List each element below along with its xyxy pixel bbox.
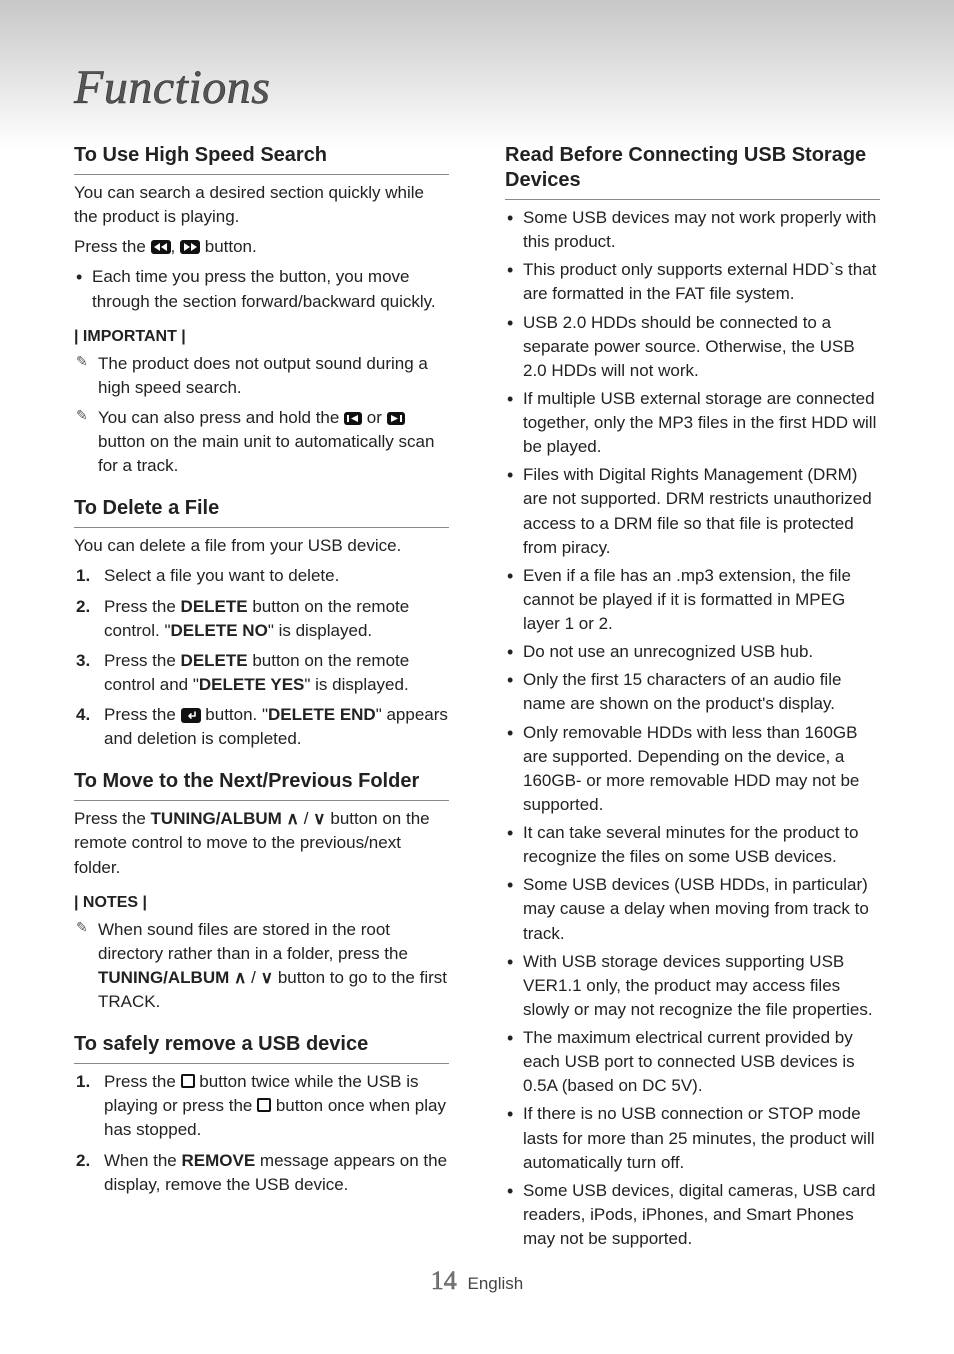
paragraph: You can search a desired section quickly… bbox=[74, 181, 449, 229]
rewind-icon bbox=[151, 240, 171, 254]
text: button on the main unit to automatically… bbox=[98, 432, 434, 475]
list-item: Press the button. "DELETE END" appears a… bbox=[74, 703, 449, 751]
list-item: Press the DELETE button on the remote co… bbox=[74, 595, 449, 643]
paragraph: You can delete a file from your USB devi… bbox=[74, 534, 449, 558]
list-item: When sound files are stored in the root … bbox=[74, 918, 449, 1015]
text: button. " bbox=[205, 705, 268, 724]
text: Press the bbox=[104, 597, 181, 616]
text-bold: DELETE bbox=[181, 597, 248, 616]
list-item: If there is no USB connection or STOP mo… bbox=[505, 1102, 880, 1174]
callout-important: | IMPORTANT | bbox=[74, 328, 449, 346]
heading-delete-file: To Delete a File bbox=[74, 496, 449, 528]
page: Functions To Use High Speed Search You c… bbox=[0, 0, 954, 1257]
enter-icon bbox=[181, 708, 201, 723]
page-language: English bbox=[467, 1274, 523, 1293]
callout-notes: | NOTES | bbox=[74, 894, 449, 912]
list-item: Press the DELETE button on the remote co… bbox=[74, 649, 449, 697]
list-item: Only removable HDDs with less than 160GB… bbox=[505, 721, 880, 818]
list-item: With USB storage devices supporting USB … bbox=[505, 950, 880, 1022]
ordered-list: Press the button twice while the USB is … bbox=[74, 1070, 449, 1197]
list-item: Even if a file has an .mp3 extension, th… bbox=[505, 564, 880, 636]
paragraph: Press the , button. bbox=[74, 235, 449, 259]
text: When the bbox=[104, 1151, 182, 1170]
paragraph: Press the TUNING/ALBUM ∧ / ∨ button on t… bbox=[74, 807, 449, 879]
column-right: Read Before Connecting USB Storage Devic… bbox=[505, 143, 880, 1257]
text-bold: DELETE YES bbox=[199, 675, 305, 694]
heading-high-speed-search: To Use High Speed Search bbox=[74, 143, 449, 175]
list-item: If multiple USB external storage are con… bbox=[505, 387, 880, 459]
bullet-list: Each time you press the button, you move… bbox=[74, 265, 449, 313]
chevron-up-icon: ∧ bbox=[234, 968, 246, 987]
text: , bbox=[171, 237, 180, 256]
skip-back-icon bbox=[344, 412, 362, 425]
page-footer: 14 English bbox=[0, 1266, 954, 1296]
bullet-list: Some USB devices may not work properly w… bbox=[505, 206, 880, 1251]
text-bold: DELETE END bbox=[268, 705, 376, 724]
text: Press the bbox=[104, 705, 181, 724]
page-number: 14 bbox=[431, 1266, 457, 1295]
fast-forward-icon bbox=[180, 240, 200, 254]
stop-icon bbox=[181, 1074, 195, 1088]
columns: To Use High Speed Search You can search … bbox=[74, 143, 880, 1257]
list-item: Press the button twice while the USB is … bbox=[74, 1070, 449, 1142]
text: or bbox=[367, 408, 387, 427]
note-list: The product does not output sound during… bbox=[74, 352, 449, 479]
text: " is displayed. bbox=[268, 621, 372, 640]
heading-usb-storage: Read Before Connecting USB Storage Devic… bbox=[505, 143, 880, 200]
text-bold: TUNING/ALBUM bbox=[98, 968, 229, 987]
chevron-down-icon: ∨ bbox=[313, 809, 325, 828]
list-item: Each time you press the button, you move… bbox=[74, 265, 449, 313]
skip-forward-icon bbox=[387, 412, 405, 425]
chevron-down-icon: ∨ bbox=[261, 968, 273, 987]
heading-next-prev-folder: To Move to the Next/Previous Folder bbox=[74, 769, 449, 801]
list-item: Only the first 15 characters of an audio… bbox=[505, 668, 880, 716]
list-item: Files with Digital Rights Management (DR… bbox=[505, 463, 880, 560]
text: When sound files are stored in the root … bbox=[98, 920, 408, 963]
list-item: USB 2.0 HDDs should be connected to a se… bbox=[505, 311, 880, 383]
chevron-up-icon: ∧ bbox=[287, 809, 299, 828]
ordered-list: Select a file you want to delete. Press … bbox=[74, 564, 449, 751]
page-title: Functions bbox=[74, 60, 880, 115]
list-item: Do not use an unrecognized USB hub. bbox=[505, 640, 880, 664]
list-item: You can also press and hold the or butto… bbox=[74, 406, 449, 478]
text: Press the bbox=[104, 651, 181, 670]
text-bold: REMOVE bbox=[182, 1151, 256, 1170]
list-item: The product does not output sound during… bbox=[74, 352, 449, 400]
text-bold: DELETE NO bbox=[171, 621, 268, 640]
list-item: It can take several minutes for the prod… bbox=[505, 821, 880, 869]
list-item: Select a file you want to delete. bbox=[74, 564, 449, 588]
text: " is displayed. bbox=[304, 675, 408, 694]
text: Press the bbox=[74, 237, 151, 256]
list-item: The maximum electrical current provided … bbox=[505, 1026, 880, 1098]
list-item: Some USB devices may not work properly w… bbox=[505, 206, 880, 254]
text-bold: TUNING/ALBUM bbox=[151, 809, 282, 828]
list-item: Some USB devices, digital cameras, USB c… bbox=[505, 1179, 880, 1251]
list-item: Some USB devices (USB HDDs, in particula… bbox=[505, 873, 880, 945]
column-left: To Use High Speed Search You can search … bbox=[74, 143, 449, 1257]
text: Press the bbox=[74, 809, 151, 828]
stop-icon bbox=[257, 1098, 271, 1112]
list-item: When the REMOVE message appears on the d… bbox=[74, 1149, 449, 1197]
note-list: When sound files are stored in the root … bbox=[74, 918, 449, 1015]
text: button. bbox=[205, 237, 257, 256]
text-bold: DELETE bbox=[181, 651, 248, 670]
text: You can also press and hold the bbox=[98, 408, 344, 427]
list-item: This product only supports external HDD`… bbox=[505, 258, 880, 306]
heading-safely-remove-usb: To safely remove a USB device bbox=[74, 1032, 449, 1064]
text: Press the bbox=[104, 1072, 181, 1091]
